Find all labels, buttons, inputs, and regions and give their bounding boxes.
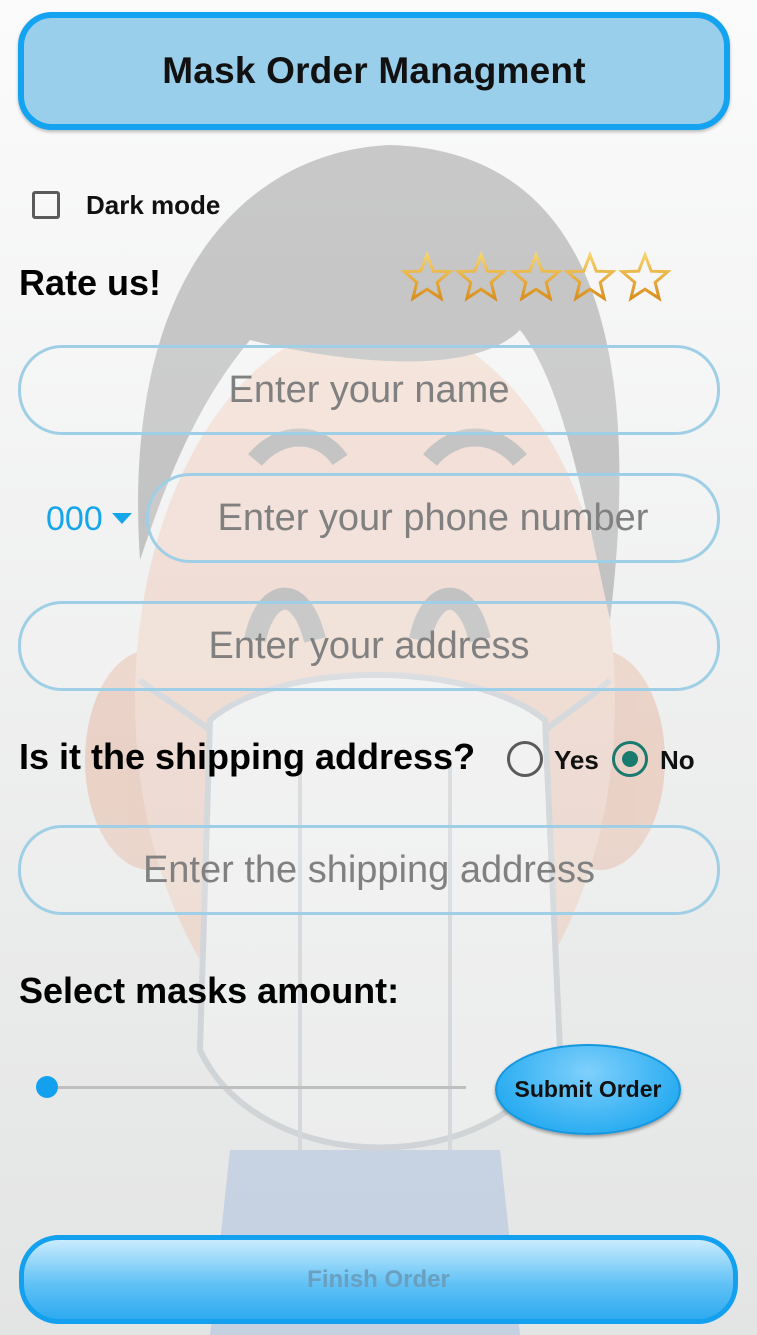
app-header: Mask Order Managment bbox=[18, 12, 730, 130]
star-icon[interactable] bbox=[511, 253, 561, 300]
radio-no-label: No bbox=[660, 745, 695, 775]
submit-order-label: Submit Order bbox=[514, 1076, 662, 1102]
chevron-down-icon[interactable] bbox=[112, 513, 132, 524]
radio-yes[interactable] bbox=[507, 741, 543, 777]
star-icon[interactable] bbox=[456, 253, 506, 300]
radio-no[interactable] bbox=[612, 741, 648, 777]
rating-label: Rate us! bbox=[19, 262, 162, 303]
phone-input[interactable] bbox=[146, 473, 720, 563]
shipping-question: Is it the shipping address? bbox=[19, 736, 476, 777]
country-code-dropdown[interactable]: 000 bbox=[46, 500, 103, 539]
star-icon[interactable] bbox=[565, 253, 615, 300]
star-icon[interactable] bbox=[620, 253, 670, 300]
masks-slider-thumb[interactable] bbox=[36, 1076, 58, 1098]
masks-slider-track[interactable] bbox=[46, 1086, 466, 1089]
submit-order-button[interactable]: Submit Order bbox=[495, 1044, 681, 1135]
dark-mode-checkbox[interactable] bbox=[32, 191, 60, 219]
page-title: Mask Order Managment bbox=[162, 50, 586, 91]
shipping-address-input[interactable] bbox=[18, 825, 720, 915]
radio-yes-label: Yes bbox=[554, 745, 599, 775]
masks-amount-label: Select masks amount: bbox=[19, 970, 400, 1011]
rating-stars[interactable] bbox=[400, 250, 672, 306]
star-icon[interactable] bbox=[402, 253, 452, 300]
dark-mode-label: Dark mode bbox=[86, 190, 221, 220]
address-input[interactable] bbox=[18, 601, 720, 691]
finish-order-label: Finish Order bbox=[307, 1265, 450, 1293]
name-input[interactable] bbox=[18, 345, 720, 435]
finish-order-button[interactable]: Finish Order bbox=[19, 1235, 738, 1324]
